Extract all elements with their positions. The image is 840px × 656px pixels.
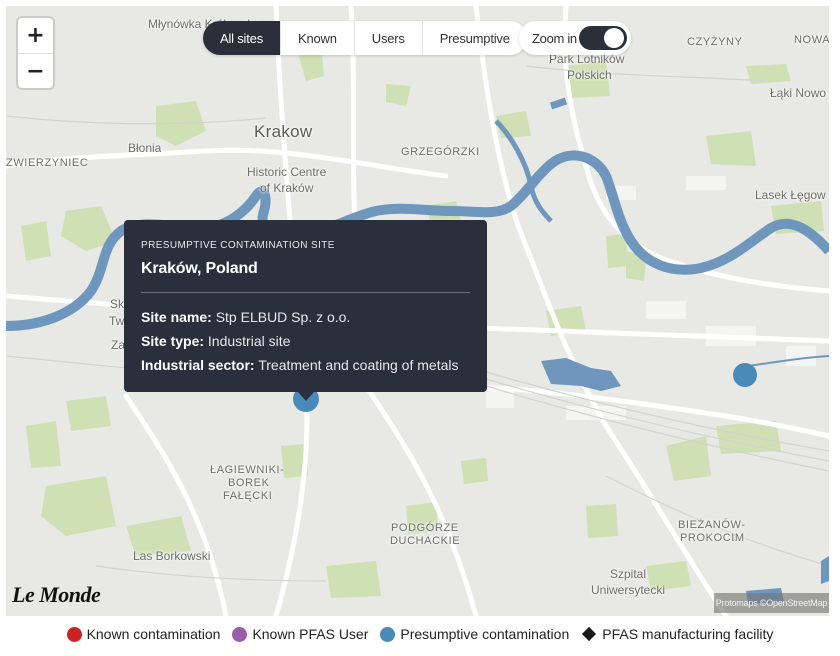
purple-dot-icon bbox=[232, 626, 248, 642]
legend-item-known-pfas-user: Known PFAS User bbox=[232, 626, 368, 642]
le-monde-logo: Le Monde bbox=[12, 582, 101, 607]
legend-label: Presumptive contamination bbox=[400, 626, 570, 642]
zoom-out-button[interactable]: − bbox=[18, 53, 53, 88]
map-label-biezanow: BIEŻANÓW- bbox=[678, 519, 746, 531]
map-label-falecki: FAŁĘCKI bbox=[223, 490, 273, 502]
legend-label: Known contamination bbox=[86, 626, 221, 642]
map-label-lagiewniki: ŁAGIEWNIKI- bbox=[210, 464, 285, 476]
sector-label: Industrial sector: bbox=[141, 357, 255, 373]
map-label-podgorze: PODGÓRZE bbox=[391, 522, 459, 534]
map-label-sk: Sk bbox=[110, 297, 125, 311]
site-name-value: Stp ELBUD Sp. z o.o. bbox=[215, 309, 351, 325]
map-label-prokocim: PROKOCIM bbox=[680, 532, 745, 544]
map-label-szpital: Szpital bbox=[610, 567, 647, 581]
map-label-duchackie: DUCHACKIE bbox=[390, 535, 461, 547]
toggle-switch[interactable] bbox=[579, 26, 627, 50]
map-label-krakow: Krakow bbox=[254, 122, 313, 141]
tooltip-site-type-row: Site type: Industrial site bbox=[141, 329, 470, 353]
map-label-borkowski: Las Borkowski bbox=[133, 549, 211, 563]
sector-value: Treatment and coating of metals bbox=[258, 357, 459, 373]
tooltip-site-kind: PRESUMPTIVE CONTAMINATION SITE bbox=[141, 240, 335, 251]
zoom-in-button[interactable]: + bbox=[18, 18, 53, 53]
site-tooltip: PRESUMPTIVE CONTAMINATION SITE Kraków, P… bbox=[124, 220, 487, 392]
tooltip-pointer bbox=[298, 392, 314, 401]
zoom-controls: + − bbox=[18, 18, 53, 88]
map-attribution[interactable]: Protomaps ©OpenStreetMap bbox=[714, 593, 829, 613]
map-label-za: Za bbox=[111, 338, 126, 352]
black-diamond-icon bbox=[582, 626, 597, 642]
map-legend: Known contamination Known PFAS User Pres… bbox=[0, 620, 840, 648]
blue-dot-icon bbox=[380, 626, 396, 642]
map-label-blonia: Błonia bbox=[128, 141, 162, 155]
filter-known[interactable]: Known bbox=[280, 21, 354, 55]
zoom-in-toggle[interactable]: Zoom in bbox=[519, 21, 631, 55]
map-label-borek: BOREK bbox=[228, 477, 270, 489]
tooltip-place: Kraków, Poland bbox=[141, 260, 258, 277]
site-filter-group: All sites Known Users Presumptive bbox=[203, 21, 527, 55]
presumptive-site-marker[interactable] bbox=[733, 363, 757, 387]
legend-item-pfas-manufacturing: PFAS manufacturing facility bbox=[581, 626, 773, 642]
map-label-historic-2: of Kraków bbox=[260, 181, 314, 195]
legend-label: PFAS manufacturing facility bbox=[602, 626, 774, 642]
map-label-grzegorzki: GRZEGÓRZKI bbox=[401, 146, 480, 158]
toggle-knob bbox=[604, 28, 624, 48]
zoom-in-toggle-label: Zoom in bbox=[532, 30, 577, 46]
site-type-value: Industrial site bbox=[207, 333, 291, 349]
map-label-park-2: Polskich bbox=[567, 68, 612, 82]
map-canvas[interactable]: Młynówka Królewska Krakow Błonia ZWIERZY… bbox=[6, 6, 829, 616]
filter-users[interactable]: Users bbox=[353, 21, 422, 55]
map-label-nowa: NOWA bbox=[794, 34, 829, 46]
legend-item-presumptive: Presumptive contamination bbox=[380, 626, 569, 642]
legend-label: Known PFAS User bbox=[252, 626, 369, 642]
tooltip-divider bbox=[141, 292, 470, 293]
legend-item-known-contamination: Known contamination bbox=[66, 626, 221, 642]
filter-all-sites[interactable]: All sites bbox=[203, 21, 280, 55]
filter-presumptive[interactable]: Presumptive bbox=[421, 21, 527, 55]
site-type-label: Site type: bbox=[141, 333, 205, 349]
map-label-zwierzyniec: ZWIERZYNIEC bbox=[6, 157, 89, 169]
map-label-uniwersytecki: Uniwersytecki bbox=[591, 583, 666, 597]
map-label-historic: Historic Centre bbox=[247, 165, 327, 179]
map-label-lasek: Lasek Łęgow bbox=[755, 188, 826, 202]
map-label-czyzyny: CZYŻYNY bbox=[687, 36, 743, 48]
map-label-laki: Łąki Nowo bbox=[770, 86, 827, 100]
red-dot-icon bbox=[66, 626, 82, 642]
tooltip-site-name-row: Site name: Stp ELBUD Sp. z o.o. bbox=[141, 305, 470, 329]
site-name-label: Site name: bbox=[141, 309, 212, 325]
tooltip-sector-row: Industrial sector: Treatment and coating… bbox=[141, 353, 470, 377]
